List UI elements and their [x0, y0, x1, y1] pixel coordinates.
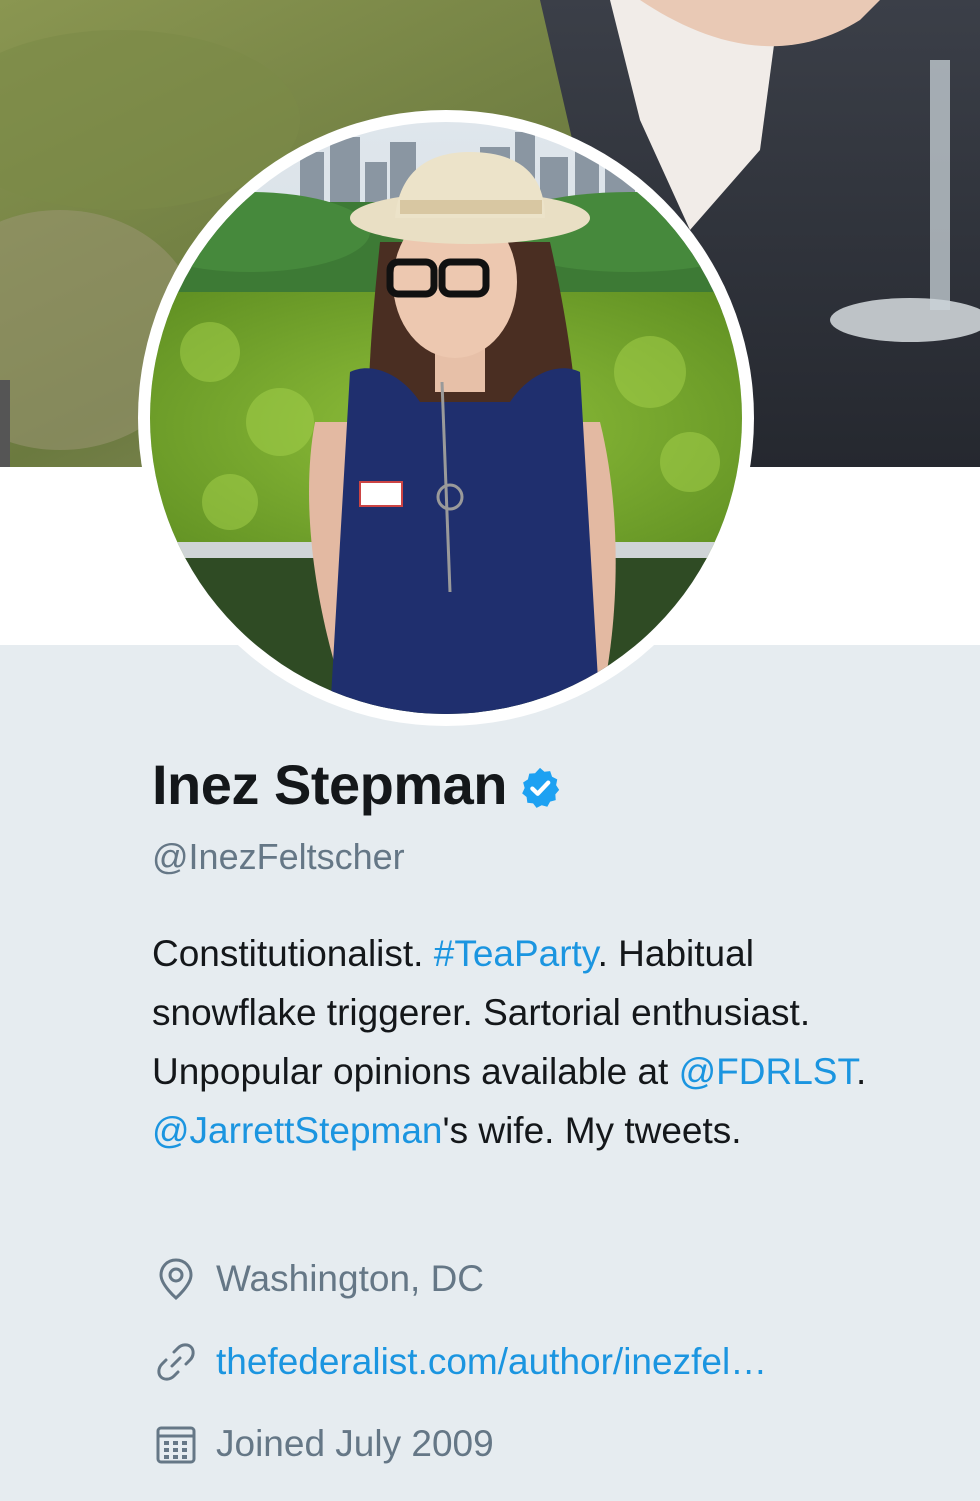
- location-text: Washington, DC: [216, 1258, 485, 1299]
- bio-text: .: [855, 1051, 867, 1092]
- profile-bio: Constitutionalist. #TeaParty. Habitual s…: [152, 924, 912, 1160]
- bio-text: Constitutionalist.: [152, 933, 434, 974]
- profile-page: Inez Stepman @InezFeltscher Constitution…: [0, 0, 980, 1501]
- profile-location: Washington, DC: [152, 1255, 484, 1303]
- profile-name-row: Inez Stepman: [152, 752, 563, 817]
- profile-avatar[interactable]: [138, 110, 754, 726]
- bio-text: 's wife. My tweets.: [442, 1110, 742, 1151]
- profile-handle[interactable]: @InezFeltscher: [152, 836, 405, 878]
- bio-hashtag-link[interactable]: #TeaParty: [434, 933, 598, 974]
- link-icon: [152, 1338, 200, 1386]
- map-pin-icon: [152, 1255, 200, 1303]
- bio-mention-link[interactable]: @JarrettStepman: [152, 1110, 443, 1151]
- profile-join-date: Joined July 2009: [152, 1420, 494, 1468]
- website-link[interactable]: thefederalist.com/author/inezfel…: [216, 1341, 767, 1383]
- profile-display-name[interactable]: Inez Stepman: [152, 752, 507, 817]
- bio-mention-link[interactable]: @FDRLST: [679, 1051, 856, 1092]
- profile-website: thefederalist.com/author/inezfel…: [152, 1338, 767, 1386]
- avatar-photo: [150, 122, 742, 714]
- calendar-icon: [152, 1420, 200, 1468]
- joined-text: Joined July 2009: [216, 1423, 494, 1464]
- verified-badge-icon: [522, 767, 560, 808]
